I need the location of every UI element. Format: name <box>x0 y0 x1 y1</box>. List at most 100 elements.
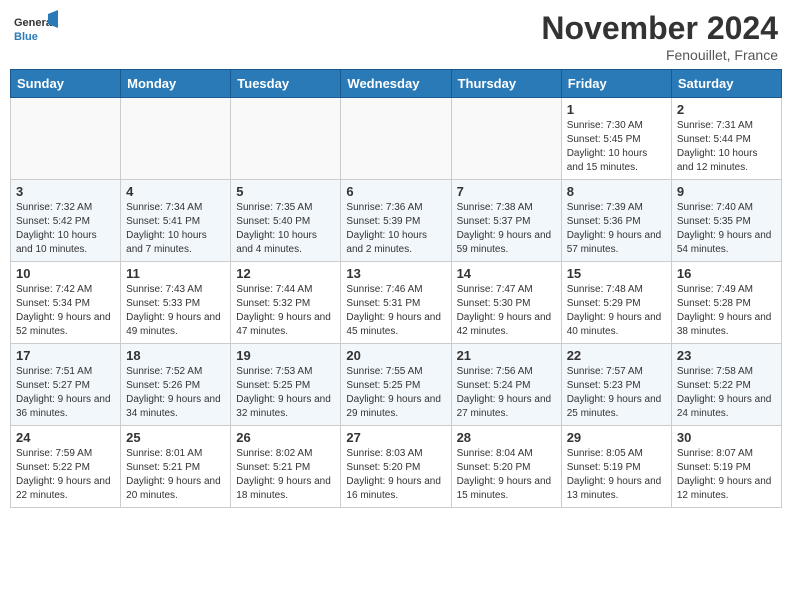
day-info: Sunrise: 7:32 AMSunset: 5:42 PMDaylight:… <box>16 201 115 257</box>
day-number: 4 <box>126 184 225 199</box>
day-number: 15 <box>567 266 666 281</box>
logo: General Blue <box>14 10 58 54</box>
calendar-table: SundayMondayTuesdayWednesdayThursdayFrid… <box>10 69 782 508</box>
calendar-cell: 23Sunrise: 7:58 AMSunset: 5:22 PMDayligh… <box>671 344 781 426</box>
day-number: 28 <box>457 430 556 445</box>
day-info: Sunrise: 7:42 AMSunset: 5:34 PMDaylight:… <box>16 283 115 339</box>
day-info: Sunrise: 7:48 AMSunset: 5:29 PMDaylight:… <box>567 283 666 339</box>
day-number: 8 <box>567 184 666 199</box>
calendar-cell: 12 Sunrise: 7:44 AMSunset: 5:32 PMDayligh… <box>231 262 341 344</box>
day-info: Sunrise: 7:49 AMSunset: 5:28 PMDaylight:… <box>677 283 776 339</box>
day-number: 16 <box>677 266 776 281</box>
day-info: Sunrise: 7:52 AMSunset: 5:26 PMDaylight:… <box>126 365 225 421</box>
day-number: 13 <box>346 266 445 281</box>
location: Fenouillet, France <box>541 47 778 63</box>
calendar-cell: 5 Sunrise: 7:35 AMSunset: 5:40 PMDaylight… <box>231 180 341 262</box>
calendar-header-row: SundayMondayTuesdayWednesdayThursdayFrid… <box>11 70 782 98</box>
calendar-cell <box>11 98 121 180</box>
day-number: 6 <box>346 184 445 199</box>
day-number: 7 <box>457 184 556 199</box>
calendar-cell: 27Sunrise: 8:03 AMSunset: 5:20 PMDayligh… <box>341 426 451 508</box>
day-info: Sunrise: 7:39 AMSunset: 5:36 PMDaylight:… <box>567 201 666 257</box>
calendar-cell: 24 Sunrise: 7:59 AMSunset: 5:22 PMDayligh… <box>11 426 121 508</box>
day-info: Sunrise: 7:43 AMSunset: 5:33 PMDaylight:… <box>126 283 225 339</box>
calendar-cell: 14 Sunrise: 7:47 AMSunset: 5:30 PMDayligh… <box>451 262 561 344</box>
calendar-cell: 10 Sunrise: 7:42 AMSunset: 5:34 PMDayligh… <box>11 262 121 344</box>
calendar-cell: 7Sunrise: 7:38 AMSunset: 5:37 PMDaylight… <box>451 180 561 262</box>
day-info: Sunrise: 7:46 AMSunset: 5:31 PMDaylight:… <box>346 283 445 339</box>
day-info: Sunrise: 7:57 AMSunset: 5:23 PMDaylight:… <box>567 365 666 421</box>
day-info: Sunrise: 8:03 AMSunset: 5:20 PMDaylight:… <box>346 447 445 503</box>
logo: General Blue <box>14 10 58 54</box>
title-block: November 2024 Fenouillet, France <box>541 10 778 63</box>
calendar-cell: 16 Sunrise: 7:49 AMSunset: 5:28 PMDayligh… <box>671 262 781 344</box>
calendar-cell: 22 Sunrise: 7:57 AMSunset: 5:23 PMDayligh… <box>561 344 671 426</box>
day-number: 12 <box>236 266 335 281</box>
day-info: Sunrise: 7:47 AMSunset: 5:30 PMDaylight:… <box>457 283 556 339</box>
day-info: Sunrise: 8:01 AMSunset: 5:21 PMDaylight:… <box>126 447 225 503</box>
day-info: Sunrise: 8:05 AMSunset: 5:19 PMDaylight:… <box>567 447 666 503</box>
calendar-cell: 18Sunrise: 7:52 AMSunset: 5:26 PMDayligh… <box>121 344 231 426</box>
day-number: 19 <box>236 348 335 363</box>
page-header: General Blue November 2024 Fenouillet, F… <box>10 10 782 63</box>
day-number: 30 <box>677 430 776 445</box>
weekday-header: Monday <box>121 70 231 98</box>
day-number: 25 <box>126 430 225 445</box>
calendar-cell: 19 Sunrise: 7:53 AMSunset: 5:25 PMDayligh… <box>231 344 341 426</box>
day-number: 10 <box>16 266 115 281</box>
day-number: 2 <box>677 102 776 117</box>
calendar-week-row: 17 Sunrise: 7:51 AMSunset: 5:27 PMDayligh… <box>11 344 782 426</box>
calendar-cell: 13 Sunrise: 7:46 AMSunset: 5:31 PMDayligh… <box>341 262 451 344</box>
weekday-header: Thursday <box>451 70 561 98</box>
day-number: 14 <box>457 266 556 281</box>
day-number: 17 <box>16 348 115 363</box>
calendar-cell: 3 Sunrise: 7:32 AMSunset: 5:42 PMDaylight… <box>11 180 121 262</box>
day-number: 3 <box>16 184 115 199</box>
calendar-cell: 26Sunrise: 8:02 AMSunset: 5:21 PMDayligh… <box>231 426 341 508</box>
day-info: Sunrise: 7:44 AMSunset: 5:32 PMDaylight:… <box>236 283 335 339</box>
day-number: 1 <box>567 102 666 117</box>
day-info: Sunrise: 7:31 AMSunset: 5:44 PMDaylight:… <box>677 119 776 175</box>
day-number: 26 <box>236 430 335 445</box>
weekday-header: Friday <box>561 70 671 98</box>
calendar-week-row: 24 Sunrise: 7:59 AMSunset: 5:22 PMDayligh… <box>11 426 782 508</box>
calendar-cell: 2 Sunrise: 7:31 AMSunset: 5:44 PMDaylight… <box>671 98 781 180</box>
calendar-week-row: 10 Sunrise: 7:42 AMSunset: 5:34 PMDayligh… <box>11 262 782 344</box>
calendar-cell <box>121 98 231 180</box>
day-number: 21 <box>457 348 556 363</box>
day-number: 23 <box>677 348 776 363</box>
calendar-cell: 30Sunrise: 8:07 AMSunset: 5:19 PMDayligh… <box>671 426 781 508</box>
day-info: Sunrise: 7:30 AMSunset: 5:45 PMDaylight:… <box>567 119 666 175</box>
calendar-cell <box>231 98 341 180</box>
calendar-cell: 29 Sunrise: 8:05 AMSunset: 5:19 PMDayligh… <box>561 426 671 508</box>
weekday-header: Wednesday <box>341 70 451 98</box>
day-info: Sunrise: 7:59 AMSunset: 5:22 PMDaylight:… <box>16 447 115 503</box>
calendar-cell: 4 Sunrise: 7:34 AMSunset: 5:41 PMDaylight… <box>121 180 231 262</box>
day-number: 24 <box>16 430 115 445</box>
day-info: Sunrise: 7:40 AMSunset: 5:35 PMDaylight:… <box>677 201 776 257</box>
calendar-week-row: 3 Sunrise: 7:32 AMSunset: 5:42 PMDaylight… <box>11 180 782 262</box>
calendar-cell <box>341 98 451 180</box>
day-info: Sunrise: 7:35 AMSunset: 5:40 PMDaylight:… <box>236 201 335 257</box>
calendar-cell <box>451 98 561 180</box>
day-info: Sunrise: 7:55 AMSunset: 5:25 PMDaylight:… <box>346 365 445 421</box>
calendar-cell: 28 Sunrise: 8:04 AMSunset: 5:20 PMDayligh… <box>451 426 561 508</box>
calendar-cell: 17 Sunrise: 7:51 AMSunset: 5:27 PMDayligh… <box>11 344 121 426</box>
day-info: Sunrise: 7:34 AMSunset: 5:41 PMDaylight:… <box>126 201 225 257</box>
day-number: 20 <box>346 348 445 363</box>
calendar-cell: 15 Sunrise: 7:48 AMSunset: 5:29 PMDayligh… <box>561 262 671 344</box>
day-number: 29 <box>567 430 666 445</box>
day-info: Sunrise: 7:51 AMSunset: 5:27 PMDaylight:… <box>16 365 115 421</box>
day-number: 22 <box>567 348 666 363</box>
calendar-cell: 21 Sunrise: 7:56 AMSunset: 5:24 PMDayligh… <box>451 344 561 426</box>
day-info: Sunrise: 7:53 AMSunset: 5:25 PMDaylight:… <box>236 365 335 421</box>
day-info: Sunrise: 7:36 AMSunset: 5:39 PMDaylight:… <box>346 201 445 257</box>
day-number: 11 <box>126 266 225 281</box>
day-number: 5 <box>236 184 335 199</box>
day-info: Sunrise: 7:56 AMSunset: 5:24 PMDaylight:… <box>457 365 556 421</box>
day-info: Sunrise: 8:04 AMSunset: 5:20 PMDaylight:… <box>457 447 556 503</box>
logo-icon: General Blue <box>14 10 58 54</box>
calendar-cell: 6 Sunrise: 7:36 AMSunset: 5:39 PMDaylight… <box>341 180 451 262</box>
calendar-cell: 25 Sunrise: 8:01 AMSunset: 5:21 PMDayligh… <box>121 426 231 508</box>
calendar-cell: 11 Sunrise: 7:43 AMSunset: 5:33 PMDayligh… <box>121 262 231 344</box>
